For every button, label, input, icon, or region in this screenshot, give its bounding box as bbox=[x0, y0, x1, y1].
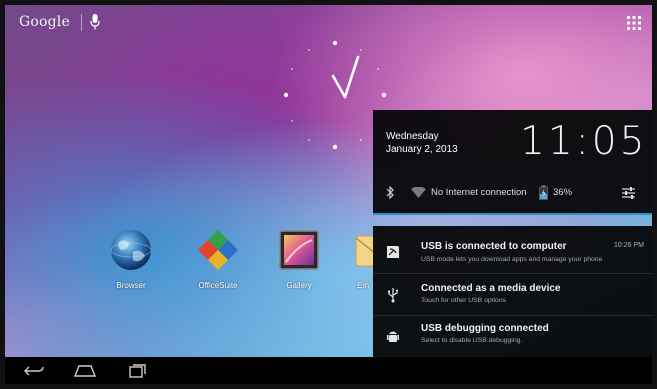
date-label[interactable]: January 2, 2013 bbox=[386, 144, 458, 155]
notification-usb-connected[interactable]: USB is connected to computer USB mode le… bbox=[373, 231, 652, 273]
app-browser[interactable]: Browser bbox=[96, 228, 166, 290]
notification-list: USB is connected to computer USB mode le… bbox=[373, 226, 652, 357]
microphone-icon[interactable] bbox=[89, 13, 101, 31]
battery-level: 36% bbox=[553, 187, 573, 198]
search-divider bbox=[81, 14, 82, 31]
browser-globe-icon bbox=[110, 230, 152, 270]
app-drawer-icon[interactable] bbox=[627, 16, 641, 30]
battery-charging-icon bbox=[539, 185, 548, 200]
officesuite-icon bbox=[198, 230, 238, 270]
app-label: Browser bbox=[116, 281, 146, 290]
digital-clock: 11:05 bbox=[520, 119, 648, 164]
home-icon[interactable] bbox=[72, 362, 98, 379]
notification-header: Wednesday January 2, 2013 11:05 No Inter… bbox=[373, 110, 652, 215]
app-officesuite[interactable]: OfficeSuite bbox=[183, 228, 253, 290]
app-label: Gallery bbox=[286, 281, 312, 290]
android-debug-icon bbox=[387, 331, 399, 342]
usb-connected-icon bbox=[387, 246, 399, 258]
wifi-icon bbox=[411, 187, 426, 198]
back-icon[interactable] bbox=[21, 362, 47, 379]
notification-subtitle: Select to disable USB debugging. bbox=[421, 337, 523, 344]
navigation-bar bbox=[5, 357, 652, 384]
quick-status-row: No Internet connection 36% bbox=[373, 182, 652, 204]
notification-title: USB is connected to computer bbox=[421, 241, 567, 252]
notification-media-device[interactable]: Connected as a media device Touch for ot… bbox=[373, 273, 652, 315]
notification-subtitle: USB mode lets you download apps and mana… bbox=[421, 256, 603, 263]
usb-icon bbox=[388, 288, 398, 303]
network-status: No Internet connection bbox=[431, 187, 527, 198]
notification-usb-debugging[interactable]: USB debugging connected Select to disabl… bbox=[373, 315, 652, 357]
notification-time: 10:26 PM bbox=[614, 242, 644, 249]
app-gallery[interactable]: Gallery bbox=[264, 228, 334, 290]
notification-subtitle: Touch for other USB options bbox=[421, 297, 507, 304]
notification-title: USB debugging connected bbox=[421, 323, 549, 334]
day-of-week: Wednesday bbox=[386, 131, 439, 142]
recent-apps-icon[interactable] bbox=[123, 362, 149, 379]
gallery-icon bbox=[279, 230, 319, 270]
settings-sliders-icon[interactable] bbox=[621, 186, 636, 200]
app-label: OfficeSuite bbox=[198, 281, 238, 290]
notification-title: Connected as a media device bbox=[421, 283, 561, 294]
bluetooth-icon bbox=[386, 186, 394, 199]
google-search-logo[interactable]: Google bbox=[19, 14, 70, 30]
